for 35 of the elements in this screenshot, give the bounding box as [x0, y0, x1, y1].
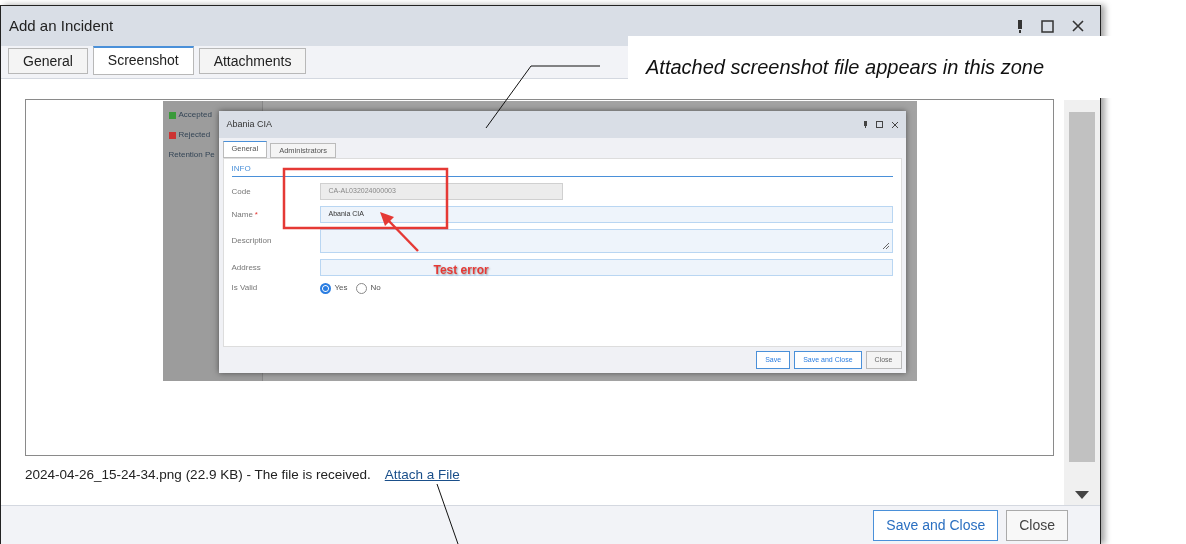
window-title: Add an Incident [9, 15, 114, 36]
field-label: Is Valid [231, 282, 259, 294]
field-label: Code [231, 185, 252, 198]
window-title: Abania CIA [226, 117, 273, 131]
maximize-icon[interactable] [1041, 19, 1054, 33]
field-label: Name * [231, 208, 259, 221]
required-mark: * [254, 209, 258, 219]
radio-label: No [370, 282, 381, 294]
attach-file-link[interactable]: Attach a File [384, 465, 460, 486]
list-item: Accepted [178, 109, 212, 121]
close-icon [891, 121, 898, 128]
scrollbar-thumb[interactable] [1069, 112, 1095, 462]
scrollbar[interactable] [1064, 100, 1100, 505]
radio-label: Yes [334, 282, 348, 294]
scroll-down-icon[interactable] [1075, 491, 1089, 499]
section-header: INFO [231, 163, 893, 177]
annotation-label: Test error [433, 262, 489, 279]
tab[interactable]: Attachments [198, 48, 307, 74]
tab[interactable]: Screenshot [92, 46, 194, 75]
leader-line [436, 483, 459, 544]
resize-icon [882, 243, 889, 249]
file-status: 2024-04-26_15-24-34.png (22.9 KB) - The file is received. [25, 466, 371, 484]
arrow [379, 212, 419, 252]
close-button[interactable]: Close [1006, 509, 1068, 541]
close-icon[interactable] [1072, 20, 1084, 32]
pin-icon [863, 121, 867, 128]
list-item: Rejected [178, 129, 211, 141]
field-label: Address [231, 261, 262, 274]
callout-text: Attached screenshot file appears in this zone [646, 55, 1045, 80]
field-label: Description [231, 235, 273, 247]
list-item: Retention Pe [168, 149, 215, 161]
pin-icon[interactable] [1017, 19, 1023, 33]
maximize-icon [875, 121, 883, 128]
tab[interactable]: General [8, 48, 88, 74]
save-and-close-button[interactable]: Save and Close [873, 509, 999, 541]
